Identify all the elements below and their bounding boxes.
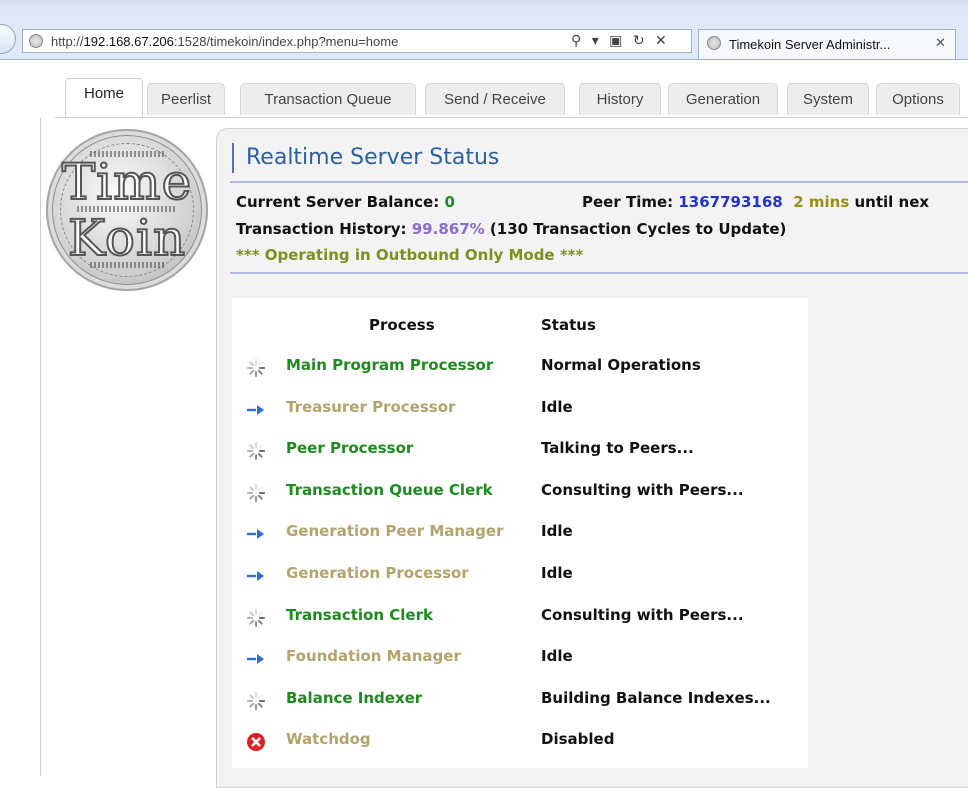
page-title: Realtime Server Status [232,143,499,173]
logo-word-time: Time [61,153,193,211]
process-status: Normal Operations [541,356,701,374]
arrow-right-icon [246,524,266,544]
mode-notice: *** Operating in Outbound Only Mode *** [236,246,584,264]
address-bar[interactable]: http://192.168.67.206:1528/timekoin/inde… [22,29,692,53]
process-row: Foundation Manager Idle [232,647,832,677]
tab-globe-icon [707,36,721,50]
tab-close-icon[interactable]: ✕ [935,36,946,51]
browser-tab[interactable]: Timekoin Server Administr... ✕ [698,29,956,60]
url-scheme: http:// [51,34,84,49]
tab-history[interactable]: History [579,83,661,115]
peer-time-label: Peer Time: [582,193,674,211]
tab-send-receive[interactable]: Send / Receive [425,83,565,115]
process-row: Generation Processor Idle [232,564,832,594]
url-text: http://192.168.67.206:1528/timekoin/inde… [51,34,398,49]
balance-label: Current Server Balance: [236,193,440,211]
process-row: Generation Peer Manager Idle [232,522,832,552]
process-column-header: Process [369,316,435,334]
address-bar-controls[interactable]: ⚲ ▾ ▣ ↻ ✕ [571,33,670,49]
process-status: Idle [541,398,573,416]
logo-word-koin: Koin [67,209,187,267]
arrow-right-icon [246,566,266,586]
process-status: Idle [541,522,573,540]
mins-value: 2 mins [793,193,850,211]
tab-transaction-queue[interactable]: Transaction Queue [240,83,416,115]
process-row: Balance Indexer Building Balance Indexes.… [232,689,832,719]
spinner-icon [246,358,266,378]
back-button[interactable] [0,24,16,54]
peer-time-value: 1367793168 [678,193,783,211]
tab-generation[interactable]: Generation [668,83,778,115]
spinner-icon [246,691,266,711]
logo-microtext [90,262,164,268]
transaction-history-line: Transaction History: 99.867% (130 Transa… [236,220,786,238]
process-status: Consulting with Peers... [541,606,744,624]
process-name: Peer Processor [286,439,414,457]
spinner-icon [246,608,266,628]
content-frame-top [55,117,968,118]
mins-suffix: until nex [854,193,930,211]
process-status: Idle [541,564,573,582]
history-label: Transaction History: [236,220,407,238]
browser-title-strip [0,0,968,10]
process-status: Building Balance Indexes... [541,689,771,707]
process-name: Generation Processor [286,564,469,582]
error-x-icon [246,732,266,752]
process-row: Transaction Clerk Consulting with Peers..… [232,606,832,636]
arrow-right-icon [246,400,266,420]
tab-home[interactable]: Home [65,78,143,118]
timekoin-logo: Time Koin [46,129,208,291]
process-name: Foundation Manager [286,647,461,665]
site-globe-icon [29,34,43,48]
history-note: (130 Transaction Cycles to Update) [489,220,787,238]
process-name: Main Program Processor [286,356,494,374]
server-balance-line: Current Server Balance: 0 [236,193,455,211]
process-name: Transaction Clerk [286,606,433,624]
arrow-right-icon [246,649,266,669]
spinner-icon [246,441,266,461]
process-name: Balance Indexer [286,689,423,707]
balance-value: 0 [444,193,455,211]
title-divider [230,181,968,183]
url-path: :1528/timekoin/index.php?menu=home [173,34,399,49]
process-row: Main Program Processor Normal Operations [232,356,832,386]
spinner-icon [246,483,266,503]
process-name: Transaction Queue Clerk [286,481,493,499]
tab-options[interactable]: Options [876,83,960,115]
process-name: Watchdog [286,730,371,748]
process-status: Consulting with Peers... [541,481,744,499]
chrome-divider [0,59,968,60]
status-column-header: Status [541,316,596,334]
url-host: 192.168.67.206 [83,34,174,49]
browser-chrome: http://192.168.67.206:1528/timekoin/inde… [0,0,968,60]
info-divider [230,272,968,274]
process-row: Transaction Queue Clerk Consulting with P… [232,481,832,511]
process-name: Generation Peer Manager [286,522,504,540]
content-frame-left [40,118,41,776]
process-row: Treasurer Processor Idle [232,398,832,428]
tab-system[interactable]: System [787,83,869,115]
process-row: Watchdog Disabled [232,730,832,760]
browser-tab-title: Timekoin Server Administr... [729,37,891,52]
history-value: 99.867% [411,220,485,238]
tab-peerlist[interactable]: Peerlist [147,83,225,115]
process-status: Talking to Peers... [541,439,694,457]
process-status: Idle [541,647,573,665]
process-status: Disabled [541,730,615,748]
process-row: Peer Processor Talking to Peers... [232,439,832,469]
peer-time-line: Peer Time: 1367793168 2 mins until nex [582,193,929,211]
process-name: Treasurer Processor [286,398,456,416]
